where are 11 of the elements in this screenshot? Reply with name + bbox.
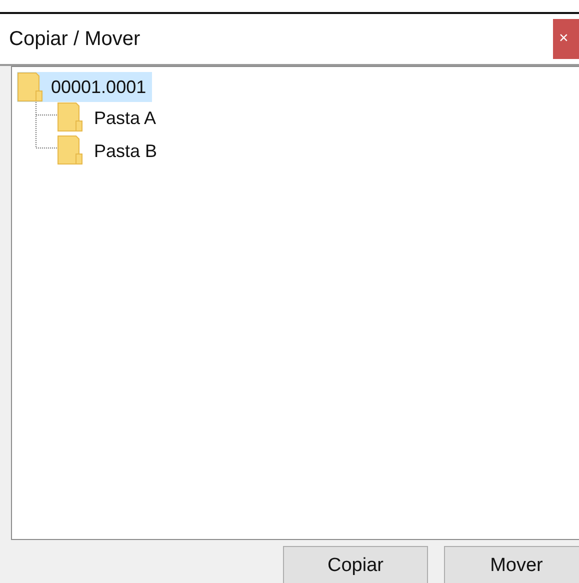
tree-item[interactable]: 00001.0001: [17, 72, 152, 102]
folder-icon: [57, 102, 83, 132]
window-title: Copiar / Mover: [8, 28, 140, 50]
tree-item[interactable]: Pasta A: [83, 105, 162, 132]
close-button[interactable]: ×: [553, 19, 579, 59]
copy-button[interactable]: Copiar: [283, 546, 428, 583]
folder-icon: [17, 72, 43, 102]
move-button[interactable]: Mover: [444, 546, 579, 583]
folder-icon: [57, 135, 83, 165]
tree-connector-line: [35, 102, 57, 149]
tree-item[interactable]: Pasta B: [83, 138, 164, 165]
